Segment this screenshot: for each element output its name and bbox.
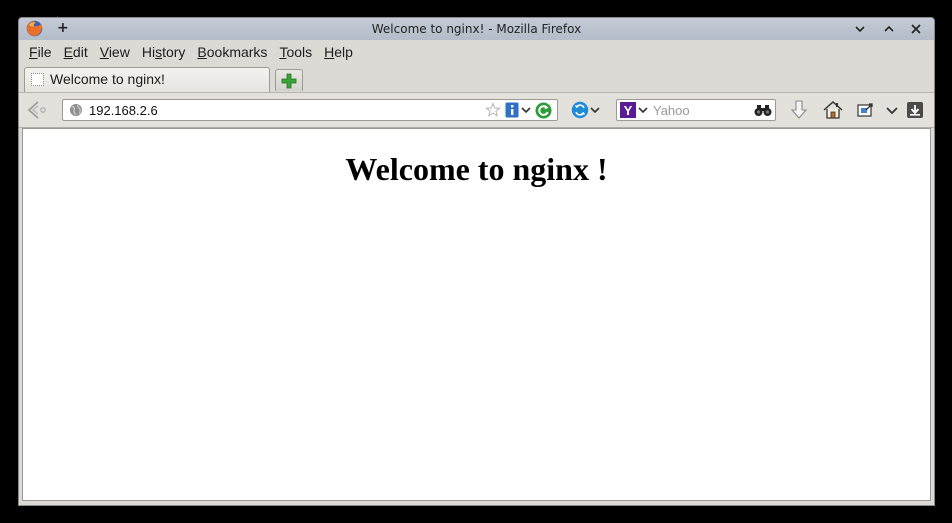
menu-history[interactable]: History bbox=[136, 40, 192, 64]
menu-view[interactable]: View bbox=[94, 40, 136, 64]
sync-icon[interactable] bbox=[571, 101, 589, 119]
search-input[interactable] bbox=[653, 100, 749, 120]
browser-window: + Welcome to nginx! - Mozilla Firefox Fi… bbox=[18, 17, 935, 506]
search-engine-letter: Y bbox=[624, 103, 633, 118]
url-bar[interactable] bbox=[62, 99, 558, 121]
menu-help[interactable]: Help bbox=[318, 40, 359, 64]
binoculars-icon[interactable] bbox=[754, 103, 772, 117]
chevron-down-icon[interactable] bbox=[521, 103, 531, 117]
plus-icon bbox=[281, 73, 297, 88]
maximize-button[interactable] bbox=[881, 21, 897, 37]
chevron-down-icon[interactable] bbox=[638, 103, 648, 117]
back-arrow-icon[interactable] bbox=[26, 99, 50, 121]
search-bar[interactable]: Y bbox=[616, 99, 776, 121]
tab-welcome-to-nginx[interactable]: Welcome to nginx! bbox=[24, 67, 270, 92]
minimize-button[interactable] bbox=[852, 21, 868, 37]
menu-edit[interactable]: Edit bbox=[58, 40, 94, 64]
tab-strip: Welcome to nginx! bbox=[19, 64, 934, 92]
globe-icon[interactable] bbox=[69, 103, 83, 117]
page-content: Welcome to nginx ! bbox=[22, 128, 931, 501]
menu-tools[interactable]: Tools bbox=[273, 40, 318, 64]
window-title: Welcome to nginx! - Mozilla Firefox bbox=[371, 22, 582, 36]
home-icon[interactable] bbox=[822, 99, 844, 121]
new-tab-button[interactable] bbox=[275, 69, 303, 91]
yahoo-engine-icon[interactable]: Y bbox=[620, 102, 636, 118]
screenshot-icon[interactable] bbox=[854, 99, 876, 121]
default-favicon-icon bbox=[31, 73, 44, 86]
url-input[interactable] bbox=[89, 100, 469, 120]
navigation-toolbar: Y bbox=[19, 92, 934, 128]
menu-file[interactable]: File bbox=[23, 40, 58, 64]
info-icon[interactable] bbox=[505, 102, 519, 118]
page-heading: Welcome to nginx ! bbox=[345, 151, 608, 187]
chevron-down-icon[interactable] bbox=[881, 99, 903, 121]
star-icon[interactable] bbox=[485, 102, 501, 118]
tab-label: Welcome to nginx! bbox=[50, 71, 165, 87]
save-download-icon[interactable] bbox=[904, 99, 926, 121]
menu-bookmarks[interactable]: Bookmarks bbox=[191, 40, 273, 64]
chevron-down-icon[interactable] bbox=[590, 103, 600, 117]
download-arrow-icon[interactable] bbox=[788, 99, 810, 121]
menu-bar: File Edit View History Bookmarks Tools H… bbox=[19, 40, 934, 64]
close-icon bbox=[911, 24, 921, 34]
window-bottom-border bbox=[19, 501, 934, 505]
chevron-down-icon bbox=[855, 26, 865, 33]
title-bar: + Welcome to nginx! - Mozilla Firefox bbox=[19, 18, 934, 40]
reload-icon[interactable] bbox=[535, 102, 552, 119]
close-button[interactable] bbox=[908, 21, 924, 37]
chevron-up-icon bbox=[884, 25, 894, 32]
